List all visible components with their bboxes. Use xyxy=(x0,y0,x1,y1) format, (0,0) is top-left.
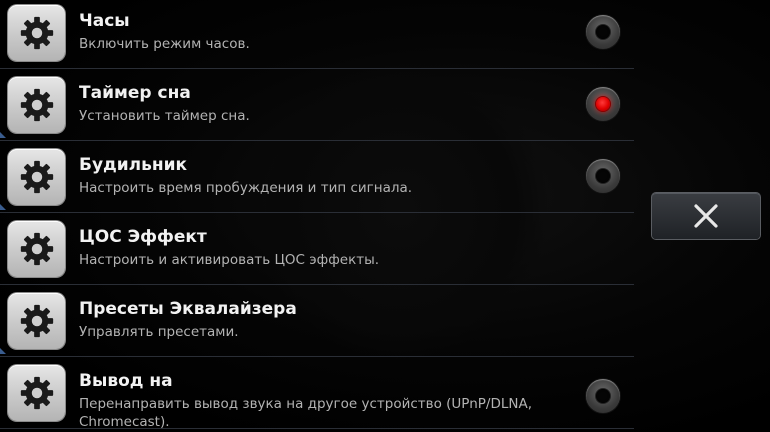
radio-button[interactable] xyxy=(586,379,620,413)
item-title: ЦОС Эффект xyxy=(79,227,207,247)
item-text: Будильник Настроить время пробуждения и … xyxy=(79,154,559,197)
item-title: Таймер сна xyxy=(79,83,191,103)
item-text: Таймер сна Установить таймер сна. xyxy=(79,82,559,125)
list-item-alarm[interactable]: Будильник Настроить время пробуждения и … xyxy=(0,141,634,213)
corner-indicator xyxy=(0,132,6,138)
radio-button[interactable] xyxy=(586,159,620,193)
item-subtitle: Настроить и активировать ЦОС эффекты. xyxy=(79,252,380,268)
settings-screen: Часы Включить режим часов. Таймер сна Ус… xyxy=(0,0,770,432)
corner-indicator xyxy=(0,204,6,210)
radio-indicator xyxy=(596,25,610,39)
gear-icon xyxy=(8,221,65,277)
list-item-output-to[interactable]: Вывод на Перенаправить вывод звука на др… xyxy=(0,357,634,431)
item-text: Часы Включить режим часов. xyxy=(79,10,559,53)
radio-indicator xyxy=(596,389,610,403)
radio-indicator xyxy=(596,169,610,183)
radio-button-selected[interactable] xyxy=(586,87,620,121)
gear-icon xyxy=(8,77,65,133)
item-subtitle: Перенаправить вывод звука на другое устр… xyxy=(79,396,532,430)
gear-icon xyxy=(8,5,65,61)
item-subtitle: Настроить время пробуждения и тип сигнал… xyxy=(79,180,413,196)
item-subtitle: Включить режим часов. xyxy=(79,36,250,52)
item-text: ЦОС Эффект Настроить и активировать ЦОС … xyxy=(79,226,559,269)
list-item-dsp-effect[interactable]: ЦОС Эффект Настроить и активировать ЦОС … xyxy=(0,213,634,285)
list-item-sleep-timer[interactable]: Таймер сна Установить таймер сна. xyxy=(0,69,634,141)
list-item-eq-presets[interactable]: Пресеты Эквалайзера Управлять пресетами. xyxy=(0,285,634,357)
radio-indicator xyxy=(596,97,610,111)
radio-button[interactable] xyxy=(586,15,620,49)
item-text: Пресеты Эквалайзера Управлять пресетами. xyxy=(79,298,559,341)
settings-list[interactable]: Часы Включить режим часов. Таймер сна Ус… xyxy=(0,0,634,431)
gear-icon xyxy=(8,293,65,349)
list-item-clock[interactable]: Часы Включить режим часов. xyxy=(0,0,634,69)
item-title: Часы xyxy=(79,11,130,31)
gear-icon xyxy=(8,149,65,205)
item-title: Вывод на xyxy=(79,371,173,391)
item-subtitle: Управлять пресетами. xyxy=(79,324,239,340)
item-text: Вывод на Перенаправить вывод звука на др… xyxy=(79,370,559,431)
gear-icon xyxy=(8,365,65,421)
corner-indicator xyxy=(0,348,6,354)
item-title: Пресеты Эквалайзера xyxy=(79,299,297,319)
close-button[interactable] xyxy=(652,193,760,239)
close-icon xyxy=(694,204,718,228)
item-subtitle: Установить таймер сна. xyxy=(79,108,250,124)
item-title: Будильник xyxy=(79,155,188,175)
